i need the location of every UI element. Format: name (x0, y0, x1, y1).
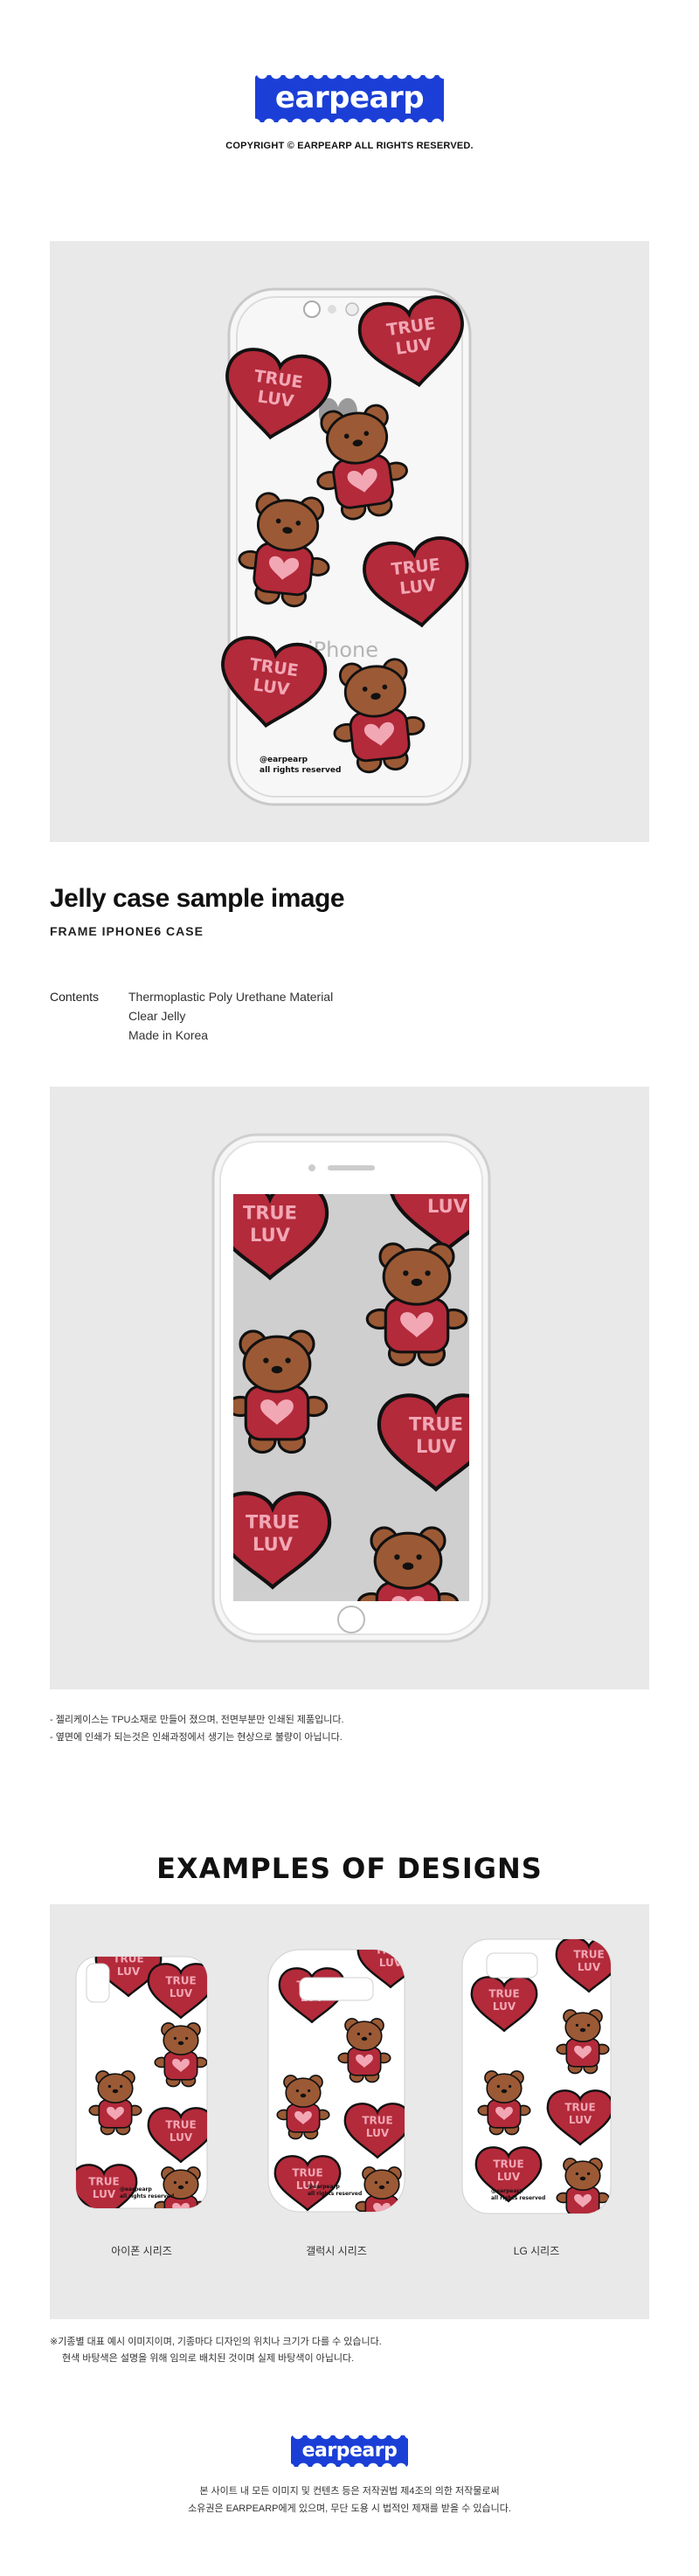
disclaimer-line: ※기종별 대표 예시 이미지이며, 기종마다 디자인의 위치나 크기가 다를 수… (50, 2337, 382, 2347)
disclaimer-line: 현색 바탕색은 설명을 위해 임의로 배치된 것이며 실제 바탕색이 아닙니다. (62, 2353, 355, 2364)
case-photo-panel: TRUE LUV iPhone (50, 241, 649, 842)
clear-case-image: TRUE LUV iPhone (213, 287, 475, 806)
contents-item: Clear Jelly (128, 1009, 186, 1023)
phone-front-image (211, 1133, 491, 1643)
svg-text:@earpearp: @earpearp (120, 2186, 152, 2193)
phone-front-panel (50, 1087, 649, 1689)
examples-heading: EXAMPLES OF DESIGNS (156, 1852, 543, 1885)
note-line: - 젤리케이스는 TPU소재로 만들어 졌으며, 전면부분만 인쇄된 제품입니다… (50, 1715, 344, 1725)
earpearp-logo: earpearp (255, 75, 444, 122)
lg-series-label: LG 시리즈 (513, 2245, 560, 2257)
contents-item: Made in Korea (128, 1028, 209, 1042)
footer-line: 본 사이트 내 모든 이미지 및 컨텐츠 등은 저작권법 제4조의 의한 저작물… (199, 2486, 500, 2497)
footer-line: 소유권은 EARPEARP에게 있으며, 무단 도용 시 법적인 제재를 받을 … (188, 2503, 511, 2514)
examples-panel: @earpearp all rights reserved @earpearp … (50, 1904, 649, 2319)
svg-text:all rights reserved: all rights reserved (308, 2191, 362, 2197)
iphone-series-label: 아이폰 시리즈 (111, 2245, 172, 2257)
product-subtitle: FRAME IPHONE6 CASE (50, 924, 204, 938)
svg-text:@earpearp: @earpearp (308, 2184, 340, 2190)
copyright-text: COPYRIGHT © EARPEARP ALL RIGHTS RESERVED… (225, 141, 474, 151)
svg-text:all rights reserved: all rights reserved (120, 2193, 174, 2200)
product-title: Jelly case sample image (50, 884, 345, 913)
svg-text:@earpearp: @earpearp (260, 756, 308, 764)
contents-item: Thermoplastic Poly Urethane Material (128, 990, 334, 1004)
note-line: - 옆면에 인쇄가 되는것은 인쇄과정에서 생기는 현상으로 불량이 아닙니다. (50, 1732, 343, 1743)
galaxy-series-label: 갤럭시 시리즈 (306, 2245, 367, 2257)
footer-logo: earpearp (291, 2435, 408, 2467)
svg-text:all rights reserved: all rights reserved (491, 2195, 545, 2201)
svg-text:all rights reserved: all rights reserved (260, 766, 341, 775)
svg-text:@earpearp: @earpearp (491, 2188, 523, 2194)
contents-label: Contents (50, 990, 100, 1004)
